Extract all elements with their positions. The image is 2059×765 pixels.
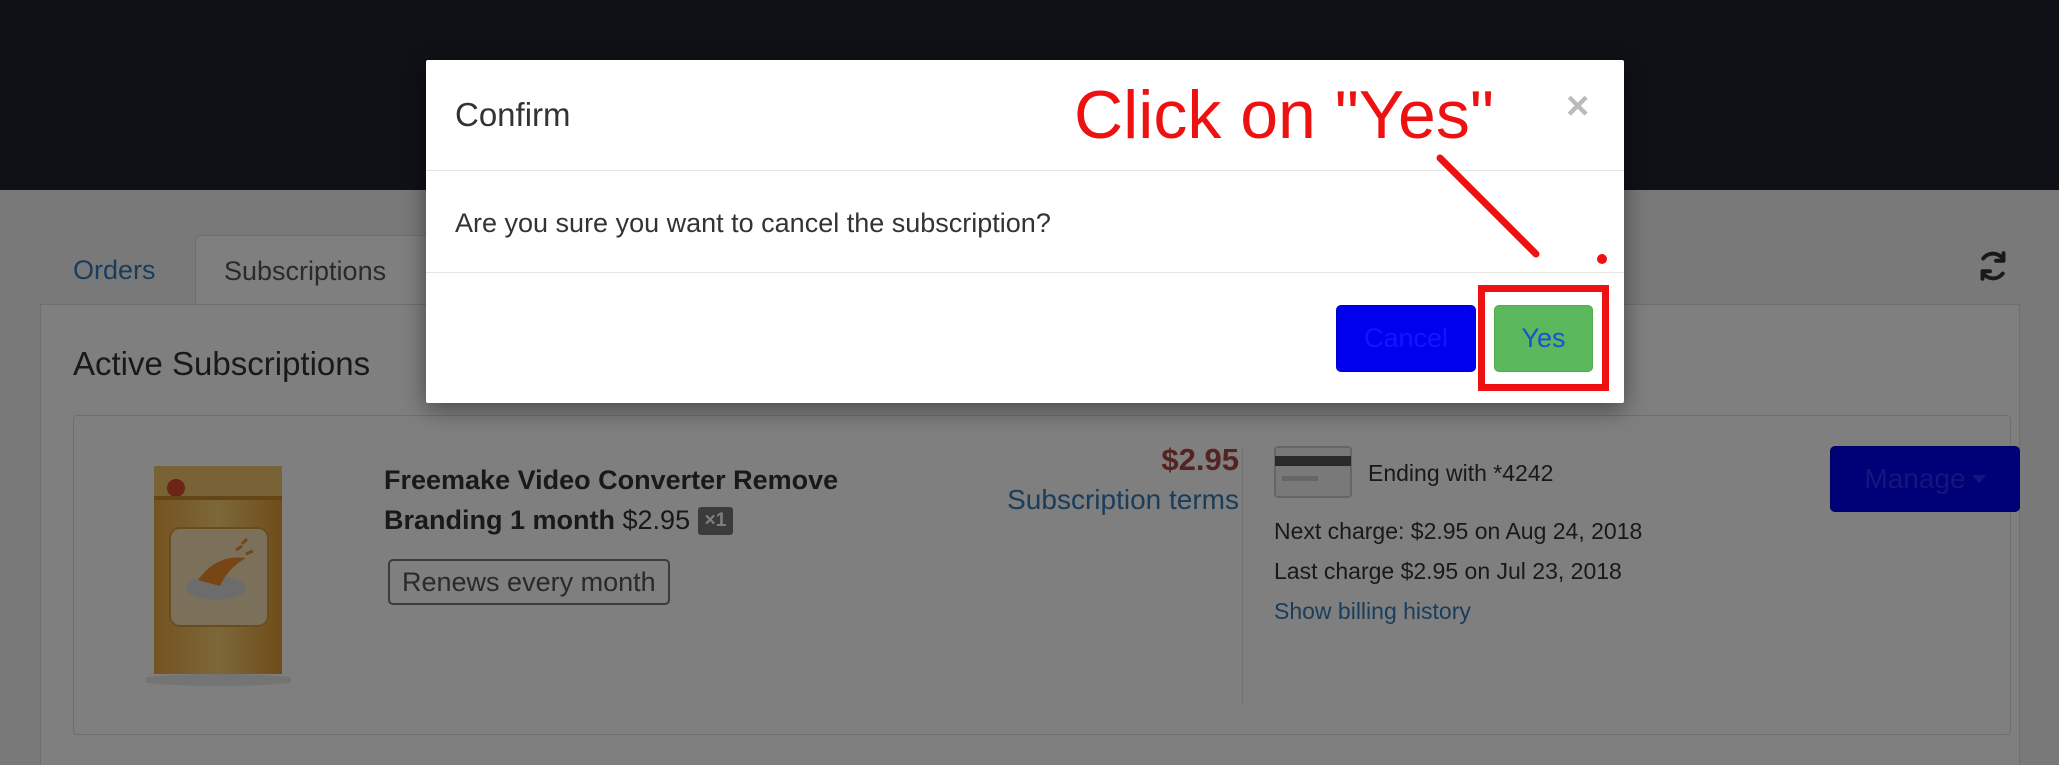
dialog-header: Confirm Click on "Yes" ×	[426, 60, 1624, 171]
close-icon[interactable]: ×	[1566, 86, 1589, 126]
cancel-button[interactable]: Cancel	[1336, 305, 1476, 372]
annotation-highlight-box	[1478, 285, 1609, 391]
dialog-title: Confirm	[455, 96, 571, 133]
annotation-text: Click on "Yes"	[1074, 77, 1494, 153]
dialog-footer-divider	[426, 272, 1624, 273]
confirm-dialog: Confirm Click on "Yes" × Are you sure yo…	[426, 60, 1624, 403]
dialog-message: Are you sure you want to cancel the subs…	[455, 208, 1051, 238]
